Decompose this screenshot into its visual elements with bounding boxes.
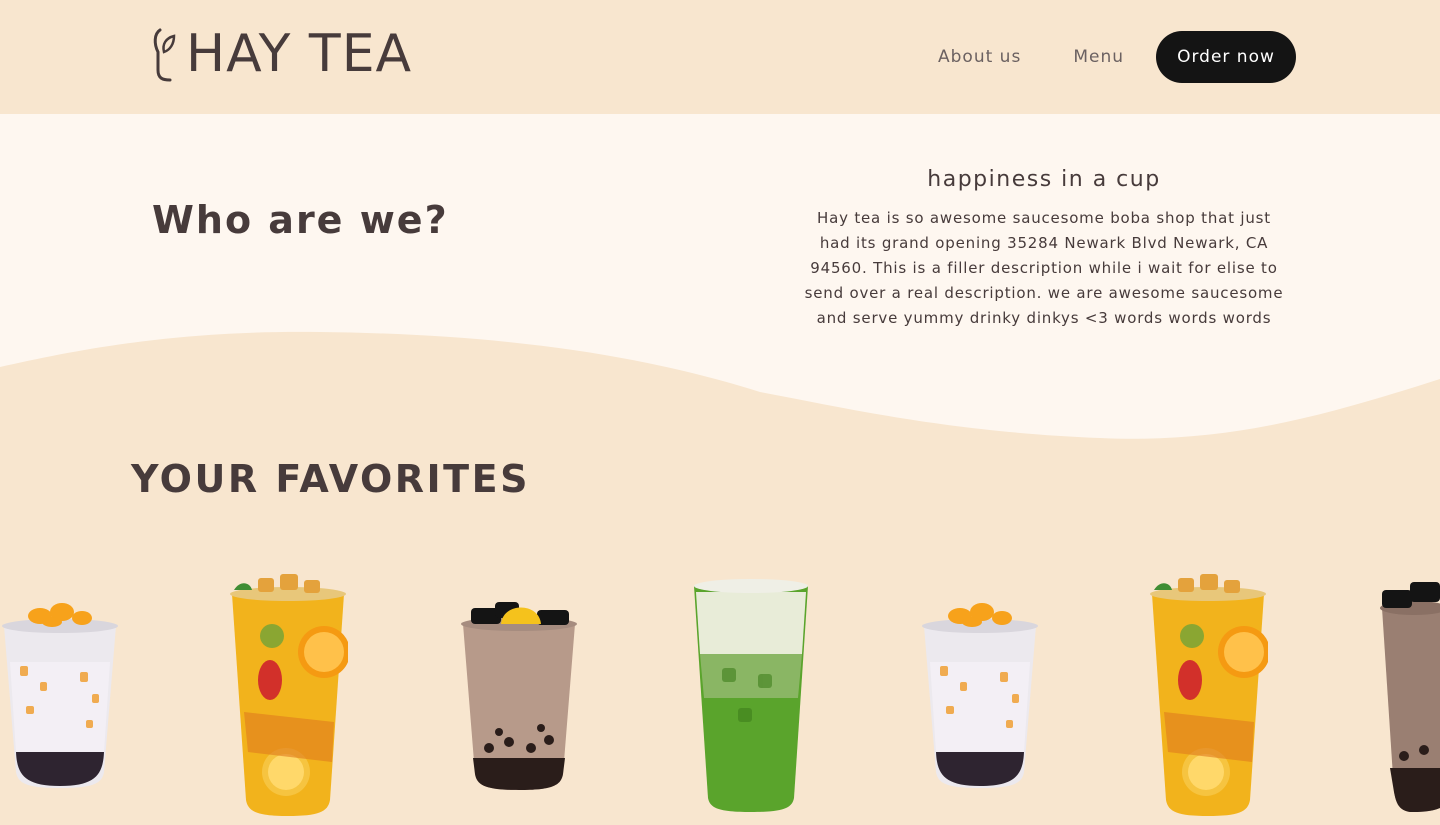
mango-milk-tea-image[interactable]	[920, 602, 1040, 792]
about-subtitle: happiness in a cup	[927, 167, 1161, 192]
logo[interactable]: HAY TEA	[150, 24, 412, 84]
mango-milk-tea-image[interactable]	[0, 602, 120, 792]
grass-jelly-milk-tea-image[interactable]	[1380, 578, 1440, 813]
nav-about-link[interactable]: About us	[938, 47, 1021, 67]
fruit-tea-image[interactable]	[1148, 572, 1268, 817]
site-header: HAY TEA About us Menu Order now	[0, 0, 1440, 114]
grass-jelly-milk-tea-image[interactable]	[459, 598, 579, 793]
order-now-button[interactable]: Order now	[1156, 31, 1296, 83]
brand-name: HAY TEA	[186, 24, 413, 84]
nav-menu-link[interactable]: Menu	[1073, 47, 1124, 67]
about-title: Who are we?	[152, 198, 449, 242]
main-nav: About us Menu Order now	[938, 31, 1296, 83]
favorites-title: YOUR FAVORITES	[131, 457, 530, 501]
about-section: Who are we? happiness in a cup Hay tea i…	[0, 114, 1440, 444]
matcha-latte-image[interactable]	[692, 578, 810, 813]
about-description: Hay tea is so awesome saucesome boba sho…	[804, 209, 1284, 327]
drinks-carousel	[0, 560, 1440, 825]
fruit-tea-image[interactable]	[228, 572, 348, 817]
leaf-icon	[153, 28, 176, 82]
